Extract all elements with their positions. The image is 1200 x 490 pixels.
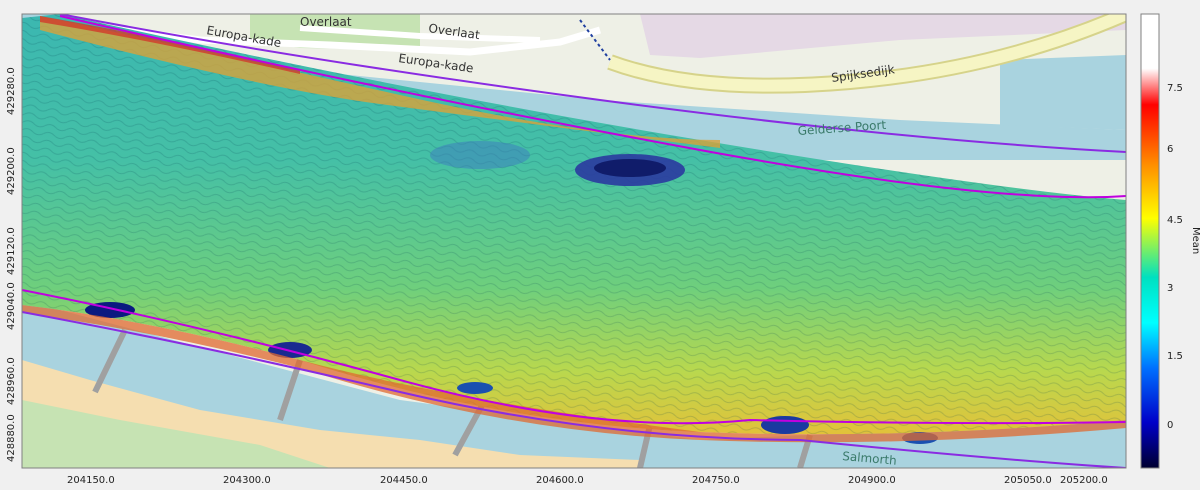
harbour-basin [1000, 55, 1126, 130]
y-axis: 429280.0 429200.0 429120.0 429040.0 4289… [6, 67, 17, 462]
x-tick-label: 204750.0 [692, 475, 740, 486]
x-tick-label: 204150.0 [67, 475, 115, 486]
colorbar-tick: 0 [1167, 420, 1173, 431]
colorbar-tick: 3 [1167, 283, 1173, 294]
colorbar-tick: 6 [1167, 144, 1173, 155]
y-tick-label: 429040.0 [6, 282, 17, 330]
colorbar-title: Mean [1190, 227, 1200, 254]
x-tick-label: 204900.0 [848, 475, 896, 486]
x-tick-label: 205050.0 [1004, 475, 1052, 486]
colorbar-tick: 4.5 [1167, 215, 1183, 226]
y-tick-label: 429200.0 [6, 147, 17, 195]
x-axis: 204150.0 204300.0 204450.0 204600.0 2047… [67, 475, 1108, 486]
scour-pit-core [594, 159, 666, 177]
x-tick-label: 204450.0 [380, 475, 428, 486]
y-tick-label: 429120.0 [6, 227, 17, 275]
street-label-overlaat-1: Overlaat [300, 15, 352, 29]
deep-zone [430, 141, 530, 169]
y-tick-label: 429280.0 [6, 67, 17, 115]
y-tick-label: 428960.0 [6, 357, 17, 405]
colorbar-tick: 1.5 [1167, 351, 1183, 362]
colorbar-gradient [1140, 13, 1160, 469]
colorbar: 7.5 6 4.5 3 1.5 0 Mean [1140, 13, 1200, 469]
map-viewport[interactable]: Overlaat Overlaat Europa-kade Europa-kad… [0, 0, 1200, 490]
x-tick-label: 204600.0 [536, 475, 584, 486]
x-tick-label: 205200.0 [1060, 475, 1108, 486]
map-canvas[interactable]: Overlaat Overlaat Europa-kade Europa-kad… [22, 14, 1126, 468]
colorbar-tick: 7.5 [1167, 83, 1183, 94]
x-tick-label: 204300.0 [223, 475, 271, 486]
y-tick-label: 428880.0 [6, 414, 17, 462]
